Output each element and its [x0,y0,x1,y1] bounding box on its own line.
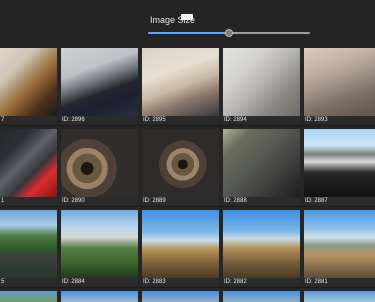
image-id-label: ID: 2884 [62,279,85,285]
image-thumbnail[interactable] [223,129,300,197]
image-id-label: ID: 2889 [143,198,166,204]
image-id-label: 7 [1,117,5,123]
image-thumbnail[interactable] [142,48,219,116]
slider-fill [148,32,229,34]
image-gallery-app: Image Size 7 ID: 2896 ID: 2895 ID: 2894 … [0,0,375,302]
image-thumbnail[interactable] [61,210,138,278]
image-thumbnail[interactable] [0,129,57,197]
image-tile[interactable]: ID: 2888 [223,129,300,205]
image-tile[interactable]: ID: 2896 [61,48,138,124]
image-tile[interactable]: 7 [0,48,57,124]
image-thumbnail[interactable] [223,291,300,302]
image-tile[interactable]: ID: 2893 [304,48,375,124]
image-tile[interactable]: ID: 2890 [61,129,138,205]
image-tile[interactable] [142,291,219,302]
image-id-label: ID: 2894 [224,117,247,123]
image-id-label: 5 [1,279,5,285]
image-thumbnail[interactable] [61,129,138,197]
image-thumbnail[interactable] [304,48,375,116]
image-thumbnail[interactable] [304,291,375,302]
image-size-slider[interactable] [148,29,310,37]
row-separator [0,287,375,288]
image-tile[interactable]: ID: 2882 [223,210,300,286]
image-id-label: ID: 2895 [143,117,166,123]
image-id-label: ID: 2882 [224,279,247,285]
image-thumbnail[interactable] [223,210,300,278]
image-thumbnail[interactable] [61,291,138,302]
image-tile[interactable] [0,291,57,302]
image-id-label: ID: 2881 [305,279,328,285]
row-separator [0,206,375,207]
image-thumbnail[interactable] [304,210,375,278]
image-tile[interactable]: 5 [0,210,57,286]
image-id-label: ID: 2887 [305,198,328,204]
image-id-label: 1 [1,198,5,204]
image-tile[interactable]: ID: 2889 [142,129,219,205]
image-tile[interactable] [61,291,138,302]
image-id-label: ID: 2896 [62,117,85,123]
image-thumbnail[interactable] [0,48,57,116]
image-tile[interactable]: ID: 2887 [304,129,375,205]
image-id-label: ID: 2890 [62,198,85,204]
slider-thumb[interactable] [225,29,233,37]
image-size-badge [181,14,193,20]
image-tile[interactable] [223,291,300,302]
image-tile[interactable]: 1 [0,129,57,205]
image-thumbnail[interactable] [142,129,219,197]
image-thumbnail[interactable] [304,129,375,197]
image-thumbnail[interactable] [223,48,300,116]
image-thumbnail[interactable] [142,210,219,278]
toolbar: Image Size [0,0,375,46]
image-thumbnail[interactable] [61,48,138,116]
image-id-label: ID: 2888 [224,198,247,204]
image-tile[interactable]: ID: 2884 [61,210,138,286]
image-thumbnail[interactable] [0,210,57,278]
image-thumbnail[interactable] [0,291,57,302]
image-tile[interactable]: ID: 2894 [223,48,300,124]
image-tile[interactable]: ID: 2883 [142,210,219,286]
image-grid: 7 ID: 2896 ID: 2895 ID: 2894 ID: 2893 1 … [0,48,375,302]
row-separator [0,125,375,126]
image-id-label: ID: 2893 [305,117,328,123]
image-thumbnail[interactable] [142,291,219,302]
image-tile[interactable] [304,291,375,302]
image-tile[interactable]: ID: 2881 [304,210,375,286]
image-tile[interactable]: ID: 2895 [142,48,219,124]
image-id-label: ID: 2883 [143,279,166,285]
